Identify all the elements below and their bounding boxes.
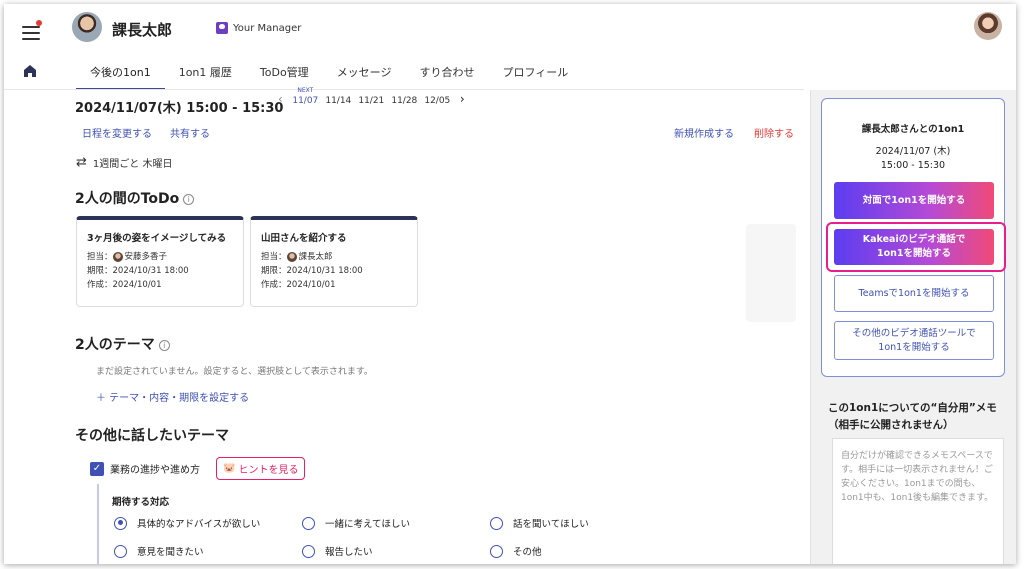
avatar [286,252,297,262]
delete-link[interactable]: 削除する [754,125,794,140]
radio-option[interactable]: 意見を聞きたい [114,544,204,558]
todo-title: 山田さんを紹介する [261,233,347,244]
memo-title: この1on1についての“自分用”メモ （相手に公開されません） [828,402,997,431]
theme-note: まだ設定されていません。設定すると、選択肢として表示されます。 [96,367,373,377]
radio-icon[interactable] [490,544,503,558]
todo-title: 3ヶ月後の姿をイメージしてみる [87,233,227,244]
add-theme-link[interactable]: ＋ テーマ・内容・期限を設定する [96,389,249,404]
home-icon[interactable] [23,64,37,78]
date-item[interactable]: 11/14 [322,96,355,106]
tab-todo[interactable]: ToDo管理 [246,60,323,90]
tab-alignment[interactable]: すり合わせ [405,60,488,90]
todo-created: 作成：2024/10/01 [87,280,162,290]
other-section-title: その他に話したいテーマ [75,428,229,444]
radio-option[interactable]: その他 [490,544,542,558]
panel-datetime: 2024/11/07 (木) 15:00 - 15:30 [822,145,1004,173]
expect-label: 期待する対応 [112,497,170,508]
radio-option[interactable]: 具体的なアドバイスが欲しい [114,516,260,530]
todo-assignee: 担当： 課長太郎 [261,252,333,262]
menu-icon[interactable] [22,26,40,40]
avatar [112,252,123,262]
change-schedule-link[interactable]: 日程を変更する [82,125,152,140]
date-item[interactable]: 11/21 [355,96,388,106]
radio-option[interactable]: 話を聞いてほしい [490,516,589,530]
todo-due: 期限：2024/10/31 18:00 [261,266,363,276]
app-window: 課長太郎 Your Manager 今後の1on1 1on1 履歴 ToDo管理… [4,4,1016,564]
chevron-left-icon[interactable]: ‹ [272,92,289,106]
highlight-frame [826,222,1006,272]
checkbox-label: 業務の進捗や進め方 [110,465,200,476]
current-user-avatar[interactable] [974,12,1002,40]
todo-due: 期限：2024/10/31 18:00 [87,266,189,276]
next-label: NEXT [297,87,314,94]
start-teams-button[interactable]: Teamsで1on1を開始する [834,275,994,312]
theme-section-title: 2人のテーマ i [75,334,170,354]
hint-button[interactable]: 🐷 ヒントを見る [216,457,306,480]
manager-badge: Your Manager [216,22,301,34]
panel-date: 2024/11/07 (木) [875,146,951,157]
meeting-datetime: 2024/11/07(木) 15:00 - 15:30 [75,101,284,116]
divider [97,484,99,564]
start-face-to-face-button[interactable]: 対面で1on1を開始する [834,182,994,219]
pig-icon: 🐷 [223,463,236,474]
radio-option[interactable]: 一緒に考えてほしい [302,516,410,530]
date-item[interactable]: NEXT 11/07 [289,87,322,106]
hint-label: ヒントを見る [238,465,299,476]
tab-history[interactable]: 1on1 履歴 [165,60,246,90]
date-navigator: ‹ NEXT 11/07 11/14 11/21 11/28 12/05 › [272,87,471,106]
info-icon[interactable]: i [158,340,170,351]
chevron-right-icon[interactable]: › [454,92,471,106]
new-create-link[interactable]: 新規作成する [674,125,734,140]
avatar [72,12,102,42]
radio-selected-icon[interactable] [114,516,127,530]
todo-card[interactable]: 3ヶ月後の姿をイメージしてみる 担当： 安藤多香子 期限：2024/10/31 1… [76,216,244,307]
todo-card[interactable]: 山田さんを紹介する 担当： 課長太郎 期限：2024/10/31 18:00 作成… [250,216,418,307]
todo-section-title: 2人の間のToDo i [75,188,195,208]
radio-icon[interactable] [302,544,315,558]
todo-assignee: 担当： 安藤多香子 [87,252,168,262]
divider [4,89,804,90]
radio-option[interactable]: 報告したい [302,544,373,558]
checkbox-checked-icon[interactable]: ✓ [90,461,104,476]
date-item[interactable]: 11/28 [388,96,421,106]
tab-profile[interactable]: プロフィール [488,60,582,90]
manager-label: Your Manager [233,22,302,34]
radio-icon[interactable] [302,516,315,530]
panel-title: 課長太郎さんとの1on1 [861,124,965,135]
share-link[interactable]: 共有する [170,125,210,140]
radio-icon[interactable] [490,516,503,530]
memo-textarea[interactable]: 自分だけが確認できるメモスペースです。相手には一切表示されません！ご安心ください… [832,438,1004,564]
repeat-setting: ⇄ 1週間ごと 木曜日 [76,155,172,170]
person-badge-icon [216,22,228,34]
placeholder-area [746,224,796,322]
repeat-label: 1週間ごと 木曜日 [92,159,173,170]
tab-bar: 今後の1on1 1on1 履歴 ToDo管理 メッセージ すり合わせ プロフィー… [76,60,582,90]
notification-dot [36,20,42,26]
tab-upcoming[interactable]: 今後の1on1 [76,60,165,90]
start-other-video-button[interactable]: その他のビデオ通話ツールで 1on1を開始する [834,321,994,360]
todo-created: 作成：2024/10/01 [261,280,336,290]
topic-checkbox-row[interactable]: ✓ 業務の進捗や進め方 [90,461,200,476]
info-icon[interactable]: i [183,194,195,205]
date-item[interactable]: 12/05 [421,96,454,106]
page-title: 課長太郎 [112,21,173,39]
tab-message[interactable]: メッセージ [323,60,406,90]
panel-time: 15:00 - 15:30 [880,160,946,171]
repeat-icon: ⇄ [76,155,87,170]
radio-icon[interactable] [114,544,127,558]
